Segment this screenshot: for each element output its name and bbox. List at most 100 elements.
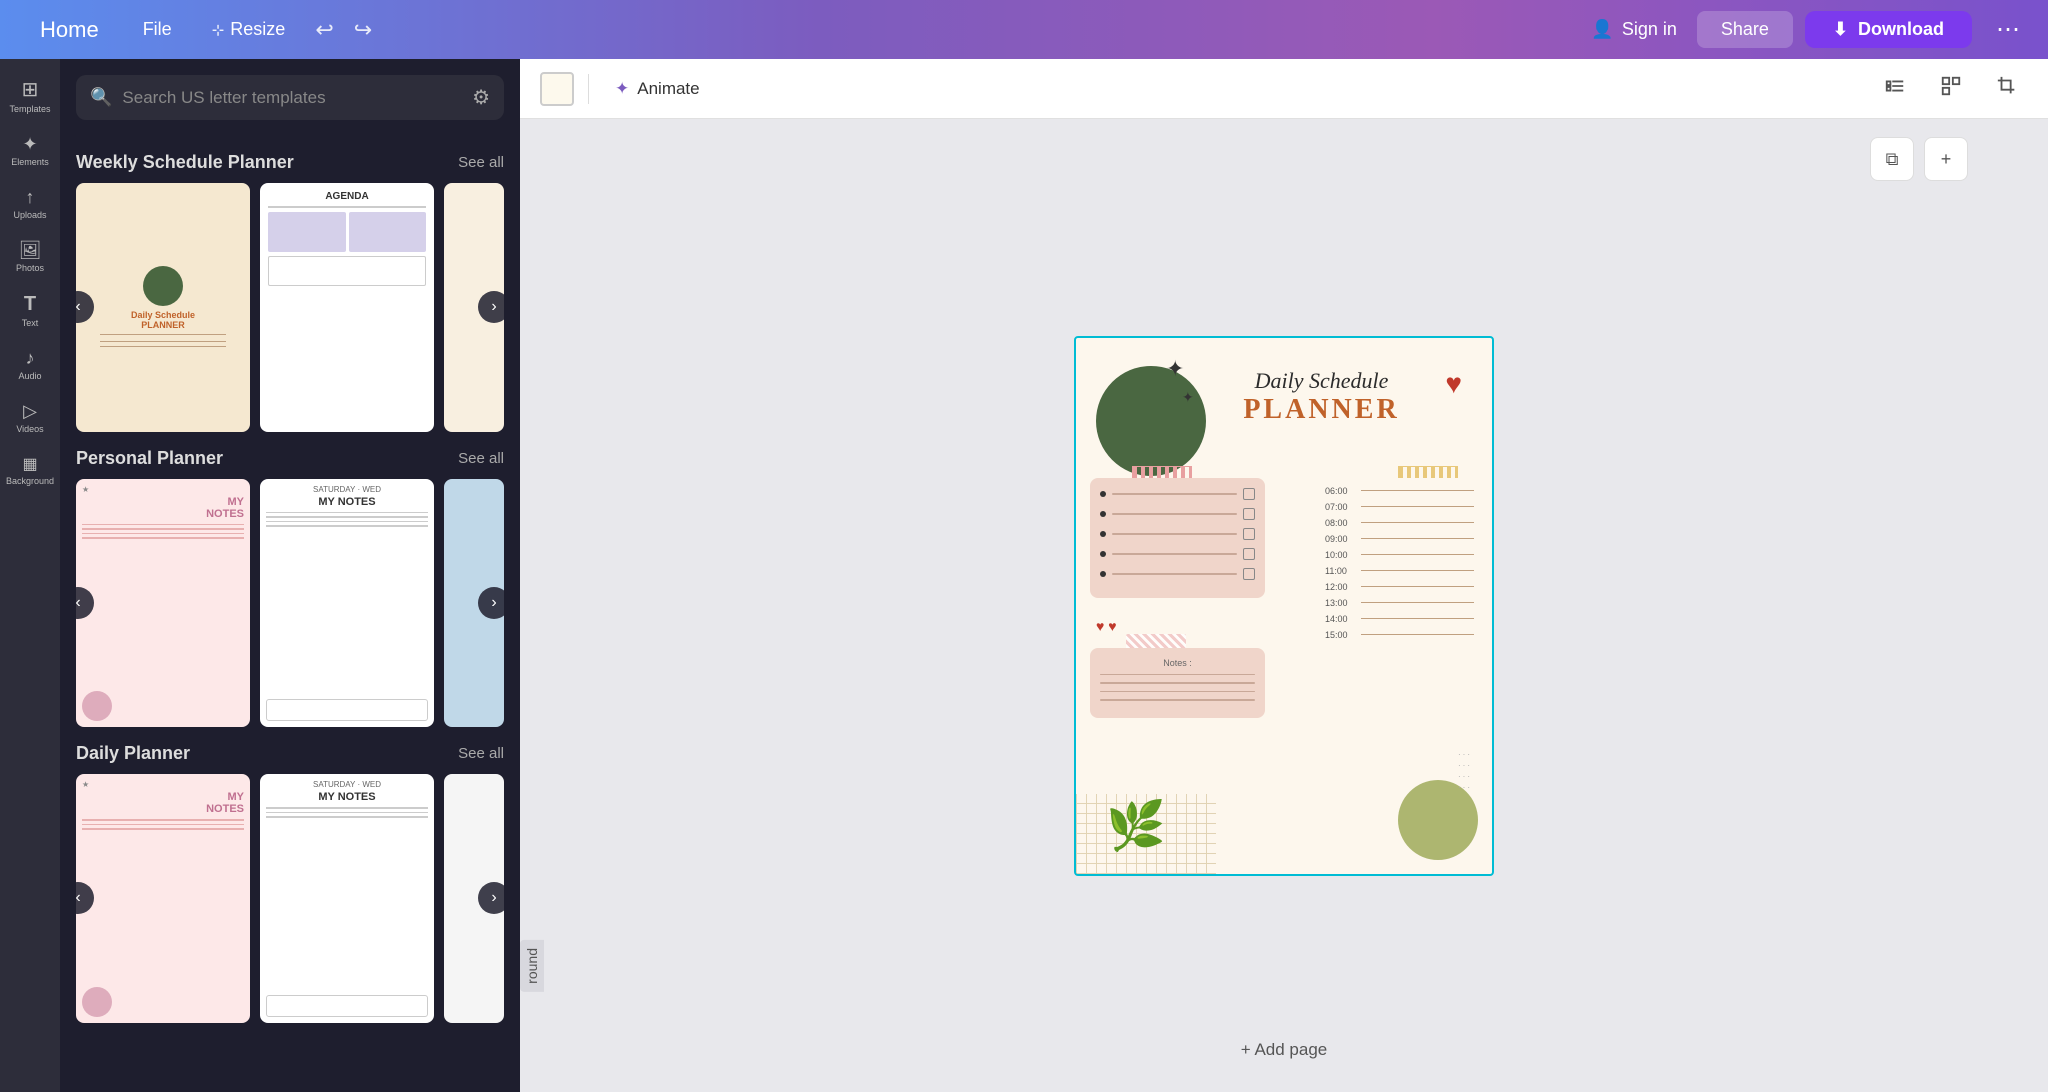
nav-file[interactable]: File — [123, 19, 192, 40]
time-label-10: 15:00 — [1325, 630, 1357, 640]
sidebar-item-elements[interactable]: ✦ Elements — [0, 126, 60, 175]
sidebar-item-background[interactable]: ▦ Background — [0, 446, 60, 494]
todo-line — [1112, 513, 1237, 515]
todo-item-3 — [1100, 528, 1255, 540]
daily-planner-section-header: Daily Planner See all — [76, 743, 504, 764]
daily-template-1[interactable]: ★ MYNOTES — [76, 774, 250, 1023]
nav-home[interactable]: Home — [16, 17, 123, 43]
add-page-button[interactable]: + Add page — [1074, 1028, 1494, 1072]
time-line — [1361, 506, 1474, 507]
weekly-template-1[interactable]: Daily SchedulePLANNER — [76, 183, 250, 432]
todo-bullet — [1100, 511, 1106, 517]
daily-template-2[interactable]: SATURDAY · WED MY NOTES — [260, 774, 434, 1023]
time-line — [1361, 618, 1474, 619]
personal-template-1[interactable]: ★ MYNOTES — [76, 479, 250, 728]
time-label-6: 11:00 — [1325, 566, 1357, 576]
daily-planner-templates: ‹ ★ MYNOTES — [76, 774, 504, 1023]
sign-in-button[interactable]: 👤 Sign in — [1571, 19, 1696, 40]
sidebar-item-uploads[interactable]: ↑ Uploads — [0, 179, 60, 228]
schedule-box: 06:00 07:00 08:00 09:00 — [1317, 478, 1482, 654]
redo-button[interactable]: ↪ — [344, 17, 382, 43]
time-row-6: 11:00 — [1325, 566, 1474, 576]
left-icon-bar: ⊞ Templates ✦ Elements ↑ Uploads 🖼 Photo… — [0, 59, 60, 1092]
todo-box — [1090, 478, 1265, 598]
template-panel: 🔍 ⚙ Weekly Schedule Planner See all ‹ Da… — [60, 59, 520, 1092]
personal-next-arrow[interactable]: › — [478, 587, 504, 619]
copy-style-button[interactable] — [1874, 69, 1916, 109]
canvas-toolbar: ✦ Animate — [520, 59, 2048, 119]
time-line — [1361, 586, 1474, 587]
notes-line-3 — [1100, 691, 1255, 693]
time-label-5: 10:00 — [1325, 550, 1357, 560]
time-line — [1361, 522, 1474, 523]
nav-resize[interactable]: ⊹ Resize — [192, 19, 306, 40]
time-row-2: 07:00 — [1325, 502, 1474, 512]
download-icon: ⬇ — [1833, 19, 1848, 40]
time-row-7: 12:00 — [1325, 582, 1474, 592]
text-icon: T — [24, 293, 36, 316]
time-label-4: 09:00 — [1325, 534, 1357, 544]
todo-checkbox[interactable] — [1243, 528, 1255, 540]
duplicate-canvas-button[interactable]: ⧉ — [1870, 137, 1914, 181]
notes-box: Notes : — [1090, 648, 1265, 718]
sidebar-item-videos[interactable]: ▷ Videos — [0, 393, 60, 442]
search-input[interactable] — [122, 88, 462, 108]
time-label-9: 14:00 — [1325, 614, 1357, 624]
weekly-planner-see-all[interactable]: See all — [458, 154, 504, 171]
filter-icon[interactable]: ⚙ — [472, 85, 490, 110]
personal-template-2[interactable]: SATURDAY · WED MY NOTES — [260, 479, 434, 728]
deco-small-hearts: ♥ ♥ — [1096, 618, 1117, 634]
weekly-template-2[interactable]: AGENDA — [260, 183, 434, 432]
position-button[interactable] — [1930, 69, 1972, 109]
add-icon: + — [1941, 149, 1952, 170]
sidebar-item-templates[interactable]: ⊞ Templates — [0, 69, 60, 122]
photos-icon: 🖼 — [19, 240, 42, 261]
main-area: ⊞ Templates ✦ Elements ↑ Uploads 🖼 Photo… — [0, 59, 2048, 1092]
deco-sparkles: ✦✦ — [1166, 356, 1194, 408]
search-bar: 🔍 ⚙ — [76, 75, 504, 120]
personal-planner-see-all[interactable]: See all — [458, 450, 504, 467]
todo-item-1 — [1100, 488, 1255, 500]
crop-button[interactable] — [1986, 69, 2028, 109]
weekly-next-arrow[interactable]: › — [478, 291, 504, 323]
todo-line — [1112, 553, 1237, 555]
deco-dots: ············ — [1458, 749, 1472, 794]
todo-item-5 — [1100, 568, 1255, 580]
planner-title-area: Daily Schedule PLANNER — [1191, 368, 1452, 426]
sidebar-item-audio[interactable]: ♪ Audio — [0, 340, 60, 389]
todo-checkbox[interactable] — [1243, 488, 1255, 500]
todo-bullet — [1100, 551, 1106, 557]
canvas-area: ✦ Animate ⧉ + — [520, 59, 2048, 1092]
notes-line-4 — [1100, 699, 1255, 701]
time-line — [1361, 538, 1474, 539]
share-button[interactable]: Share — [1697, 11, 1793, 48]
notes-line-1 — [1100, 674, 1255, 676]
add-canvas-button[interactable]: + — [1924, 137, 1968, 181]
planner-canvas[interactable]: ✦✦ ✦✦ ♥ Daily Schedule PLANNER ♥ ♥ — [1074, 336, 1494, 876]
todo-checkbox[interactable] — [1243, 508, 1255, 520]
todo-checkbox[interactable] — [1243, 568, 1255, 580]
round-label[interactable]: round — [520, 940, 544, 992]
time-row-5: 10:00 — [1325, 550, 1474, 560]
sidebar-item-photos[interactable]: 🖼 Photos — [0, 232, 60, 281]
time-row-9: 14:00 — [1325, 614, 1474, 624]
animate-button[interactable]: ✦ Animate — [603, 73, 712, 105]
sidebar-item-text[interactable]: T Text — [0, 285, 60, 336]
download-button[interactable]: ⬇ Download — [1805, 11, 1972, 48]
daily-next-arrow[interactable]: › — [478, 882, 504, 914]
time-line — [1361, 570, 1474, 571]
undo-button[interactable]: ↩ — [305, 17, 343, 43]
color-swatch[interactable] — [540, 72, 574, 106]
search-icon: 🔍 — [90, 87, 112, 108]
todo-checkbox[interactable] — [1243, 548, 1255, 560]
weekly-planner-section-header: Weekly Schedule Planner See all — [76, 152, 504, 173]
uploads-icon: ↑ — [26, 187, 35, 208]
todo-line — [1112, 493, 1237, 495]
weekly-planner-templates: ‹ Daily SchedulePLANNER AGENDA — [76, 183, 504, 432]
daily-planner-see-all[interactable]: See all — [458, 745, 504, 762]
notes-line-2 — [1100, 682, 1255, 684]
more-options-button[interactable]: ⋯ — [1984, 15, 2032, 44]
notes-label: Notes : — [1100, 658, 1255, 668]
time-label-1: 06:00 — [1325, 486, 1357, 496]
time-row-4: 09:00 — [1325, 534, 1474, 544]
